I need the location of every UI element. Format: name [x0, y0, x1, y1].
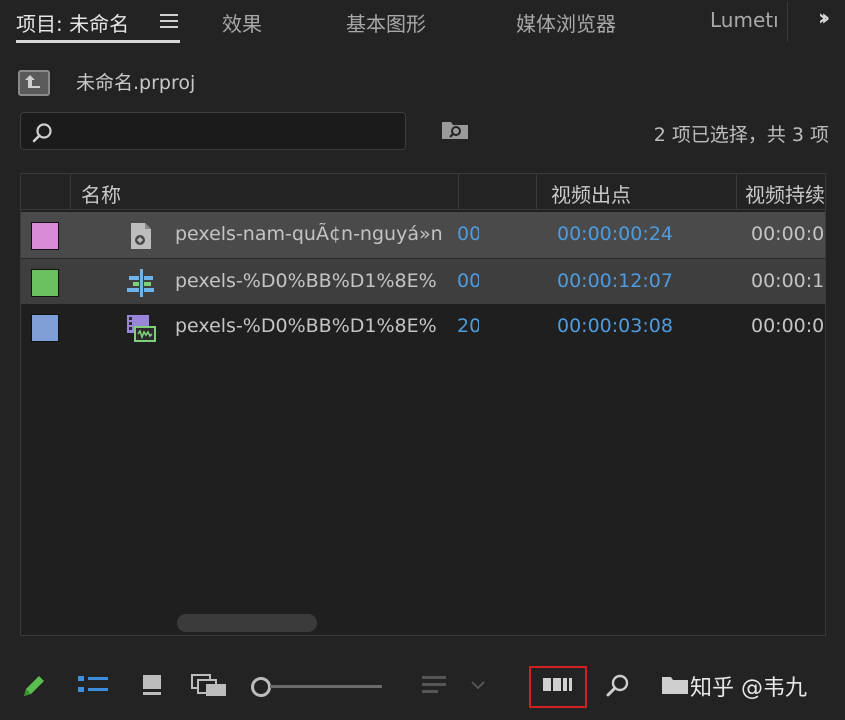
icon-view-icon[interactable]	[140, 672, 166, 702]
name-column-header[interactable]: 名称	[71, 174, 459, 210]
clip-duration: 00:00:01	[751, 315, 825, 337]
list-row[interactable]: pexels-nam-quÃ¢n-nguyá»n 00 00:00:00:24 …	[21, 212, 825, 258]
clip-name: pexels-%D0%BB%D1%8E%	[175, 315, 437, 337]
clip-video-out: 00:00:03:08	[557, 315, 673, 337]
watermark: 知乎 @韦九	[690, 676, 807, 701]
tab-project[interactable]: 项目: 未命名	[16, 8, 129, 37]
find-icon[interactable]	[604, 672, 632, 704]
find-in-bin-icon[interactable]	[440, 118, 470, 146]
list-header: 名称 视频出点 视频持续	[21, 174, 825, 210]
search-input[interactable]	[61, 119, 391, 143]
clip-video-in: 20	[457, 315, 479, 337]
clip-video-out: 00:00:12:07	[557, 270, 673, 292]
graphic-file-icon	[125, 221, 157, 251]
clip-video-in: 00	[457, 270, 479, 292]
project-list: 名称 视频出点 视频持续 pexels-nam-quÃ¢n-nguyá»n 00…	[20, 173, 826, 636]
list-row[interactable]: pexels-%D0%BB%D1%8E% 20 00:00:03:08 00:0…	[21, 304, 825, 350]
list-view-icon[interactable]	[76, 672, 110, 702]
clip-name: pexels-nam-quÃ¢n-nguyá»n	[175, 223, 443, 245]
sort-icon[interactable]	[420, 672, 450, 702]
clip-video-out: 00:00:00:24	[557, 223, 673, 245]
label-column-header[interactable]	[21, 174, 71, 210]
video-clip-icon	[125, 313, 157, 343]
list-row[interactable]: pexels-%D0%BB%D1%8E% 00 00:00:12:07 00:0…	[21, 258, 825, 304]
double-chevron-right-icon[interactable]: ››	[818, 6, 830, 31]
freeform-view-icon[interactable]	[190, 672, 230, 702]
label-color-swatch[interactable]	[31, 222, 59, 250]
tab-lumetri[interactable]: Lumetı	[710, 8, 779, 32]
sequence-icon	[125, 268, 157, 298]
in-point-column-header[interactable]	[459, 174, 537, 210]
chevron-down-icon[interactable]	[468, 672, 488, 702]
highlight-annotation-box	[529, 666, 587, 708]
panel-tab-bar: 项目: 未命名 效果 基本图形 媒体浏览器 Lumetı ››	[0, 0, 845, 50]
project-name: 未命名.prproj	[76, 72, 196, 94]
tab-media-browser[interactable]: 媒体浏览器	[516, 8, 616, 37]
search-icon	[32, 123, 52, 143]
label-color-swatch[interactable]	[31, 314, 59, 342]
tab-effects[interactable]: 效果	[222, 8, 262, 37]
tab-divider	[787, 2, 788, 42]
project-path: 未命名.prproj	[18, 64, 418, 98]
bin-up-icon[interactable]	[18, 70, 50, 96]
duration-column-header[interactable]: 视频持续	[737, 174, 825, 210]
hamburger-icon[interactable]	[160, 14, 178, 28]
zoom-slider-handle[interactable]	[251, 677, 271, 697]
search-box[interactable]	[20, 112, 406, 150]
clip-duration: 00:00:01	[751, 223, 825, 245]
clip-video-in: 00	[457, 223, 479, 245]
horizontal-scrollbar[interactable]	[177, 614, 317, 632]
tab-essential-graphics[interactable]: 基本图形	[346, 8, 426, 37]
label-color-swatch[interactable]	[31, 269, 59, 297]
active-tab-indicator	[16, 40, 180, 43]
zoom-slider-track[interactable]	[270, 685, 382, 688]
out-point-column-header[interactable]: 视频出点	[537, 174, 737, 210]
pencil-icon[interactable]	[20, 672, 48, 704]
project-toolbar: 知乎 @韦九	[0, 650, 845, 720]
clip-duration: 00:00:12	[751, 270, 825, 292]
new-bin-icon[interactable]	[660, 672, 690, 702]
selection-status: 2 项已选择，共 3 项	[653, 124, 829, 146]
clip-name: pexels-%D0%BB%D1%8E%	[175, 270, 437, 292]
